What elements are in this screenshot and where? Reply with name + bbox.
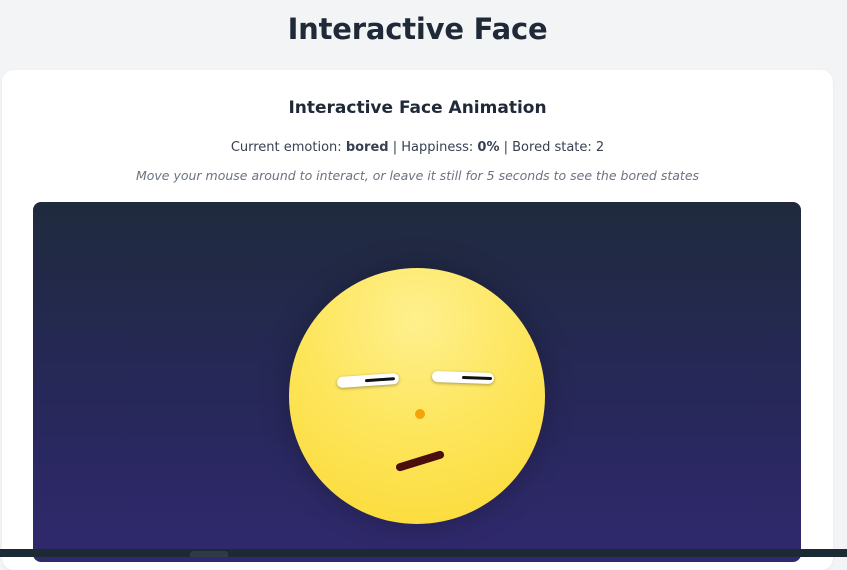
- face-card: Interactive Face Animation Current emoti…: [2, 70, 833, 570]
- bored-state-label: Bored state:: [512, 140, 596, 155]
- face[interactable]: [289, 268, 545, 524]
- card-title: Interactive Face Animation: [288, 98, 547, 118]
- status-line: Current emotion: bored | Happiness: 0% |…: [2, 140, 833, 155]
- left-eye: [336, 372, 400, 389]
- face-stage[interactable]: [33, 202, 801, 562]
- emotion-label: Current emotion:: [230, 140, 346, 155]
- emotion-value: bored: [345, 140, 389, 155]
- left-pupil: [364, 377, 396, 383]
- taskbar-item[interactable]: [190, 551, 228, 557]
- interaction-hint: Move your mouse around to interact, or l…: [135, 168, 700, 183]
- happiness-label: Happiness:: [401, 140, 478, 155]
- status-separator: |: [388, 140, 402, 155]
- taskbar: [0, 549, 847, 557]
- happiness-value: 0%: [477, 140, 500, 155]
- right-eye: [431, 370, 495, 385]
- page-title: Interactive Face: [287, 12, 548, 46]
- right-pupil: [461, 375, 493, 381]
- mouth: [394, 449, 446, 473]
- nose: [415, 409, 425, 419]
- bored-state-value: 2: [595, 140, 605, 155]
- status-separator: |: [499, 140, 513, 155]
